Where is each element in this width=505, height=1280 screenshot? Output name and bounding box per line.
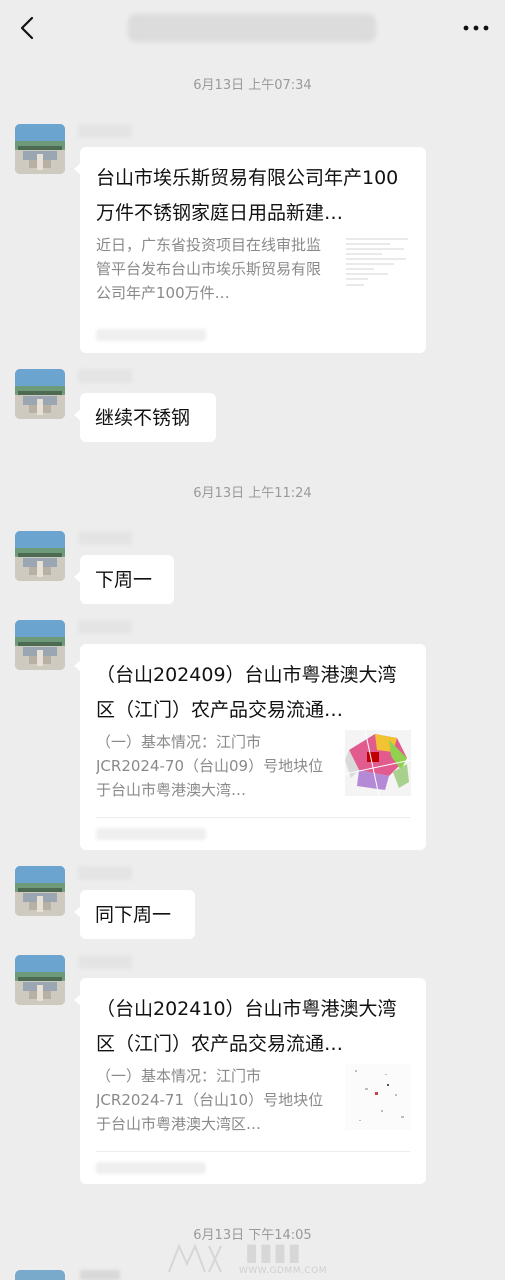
sender-name <box>78 124 132 138</box>
watermark-wordmark: ▮▮▮▮ <box>245 1238 302 1266</box>
watermark-logo-icon <box>168 1243 222 1273</box>
message-bubble[interactable]: 下周一 <box>74 555 174 604</box>
message-bubble[interactable]: 同下周一 <box>74 890 195 939</box>
card-source <box>96 828 206 840</box>
avatar[interactable] <box>15 1270 65 1280</box>
link-card[interactable]: （台山202410）台山市粤港澳大湾区（江门）农产品交易流通… （一）基本情况：… <box>74 978 426 1184</box>
sender-name <box>78 620 132 634</box>
avatar[interactable] <box>15 124 65 174</box>
card-divider <box>96 817 410 818</box>
card-description: （一）基本情况：江门市JCR2024-71（台山10）号地块位于台山市粤港澳大湾… <box>96 1067 324 1133</box>
sender-name <box>78 531 132 545</box>
sender-name <box>78 955 132 969</box>
back-button[interactable] <box>14 14 42 42</box>
sender-name <box>80 1270 120 1280</box>
site-watermark: ▮▮▮▮ WWW.GDMM.COM <box>165 1236 365 1280</box>
watermark-site: WWW.GDMM.COM <box>239 1266 327 1276</box>
avatar[interactable] <box>15 369 65 419</box>
card-source <box>96 329 206 341</box>
card-description: （一）基本情况：江门市JCR2024-70（台山09）号地块位于台山市粤港澳大湾… <box>96 733 324 799</box>
sender-name <box>78 369 132 383</box>
link-card[interactable]: （台山202409）台山市粤港澳大湾区（江门）农产品交易流通… （一）基本情况：… <box>74 644 426 850</box>
message-bubble[interactable]: 继续不锈钢 <box>74 393 216 442</box>
card-divider <box>96 1151 410 1152</box>
avatar[interactable] <box>15 955 65 1005</box>
chevron-left-icon <box>20 16 34 40</box>
card-title: 台山市埃乐斯贸易有限公司年产100万件不锈钢家庭日用品新建… <box>96 167 399 224</box>
more-dots-icon <box>463 25 489 31</box>
avatar[interactable] <box>15 866 65 916</box>
more-button[interactable] <box>461 18 491 38</box>
card-source <box>96 1162 206 1174</box>
timestamp: 6月13日 上午11:24 <box>193 486 312 501</box>
card-thumbnail <box>345 730 411 796</box>
card-description: 近日，广东省投资项目在线审批监管平台发布台山市埃乐斯贸易有限公司年产100万件… <box>96 236 322 302</box>
sender-name <box>78 866 132 880</box>
chat-title <box>128 14 376 42</box>
timestamp: 6月13日 上午07:34 <box>193 78 312 93</box>
avatar[interactable] <box>15 531 65 581</box>
card-title: （台山202410）台山市粤港澳大湾区（江门）农产品交易流通… <box>96 998 397 1055</box>
avatar[interactable] <box>15 620 65 670</box>
card-thumbnail <box>345 1064 411 1130</box>
card-title: （台山202409）台山市粤港澳大湾区（江门）农产品交易流通… <box>96 664 397 721</box>
chat-header <box>0 0 505 56</box>
link-card[interactable]: 台山市埃乐斯贸易有限公司年产100万件不锈钢家庭日用品新建… 近日，广东省投资项… <box>74 147 426 353</box>
card-thumbnail <box>344 235 410 301</box>
